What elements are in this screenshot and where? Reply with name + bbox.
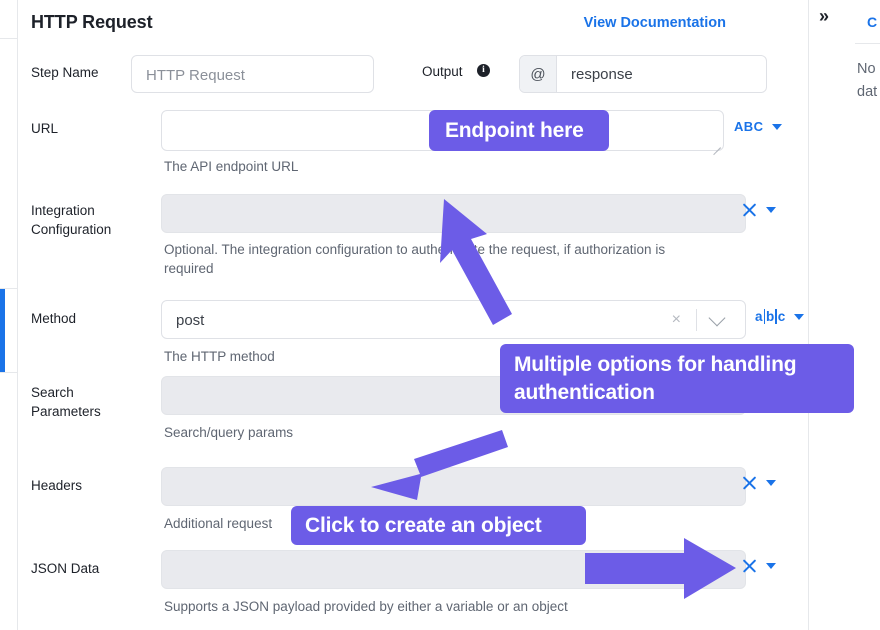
headers-controls[interactable] <box>742 475 776 490</box>
label-json-data: JSON Data <box>31 561 100 576</box>
label-search-line2: Parameters <box>31 404 101 419</box>
rail-divider-3 <box>0 372 18 373</box>
label-search-line1: Search <box>31 385 74 400</box>
help-method: The HTTP method <box>164 349 275 364</box>
select-divider <box>696 309 697 331</box>
integration-configuration-input[interactable] <box>161 194 746 233</box>
help-search-parameters: Search/query params <box>164 425 294 440</box>
headers-input[interactable] <box>161 467 746 506</box>
close-icon[interactable] <box>742 202 757 217</box>
close-icon[interactable] <box>742 475 757 490</box>
label-search-parameters: Search Parameters <box>31 383 141 421</box>
chevrons-right-icon[interactable]: » <box>819 6 829 27</box>
output-value: response <box>571 65 633 83</box>
annotation-endpoint-text: Endpoint here <box>445 118 584 142</box>
url-type-selector[interactable]: ABC <box>734 119 783 134</box>
chevron-down-icon <box>772 123 783 130</box>
method-value: post <box>176 312 205 329</box>
chevron-down-icon[interactable] <box>766 562 776 569</box>
chevron-down-icon[interactable] <box>766 479 776 486</box>
label-headers: Headers <box>31 478 83 493</box>
method-type-selector[interactable]: abc <box>755 309 805 324</box>
label-integration-configuration: Integration Configuration <box>31 201 141 239</box>
chevron-down-icon[interactable] <box>766 206 776 213</box>
step-name-input[interactable]: HTTP Request <box>131 55 374 93</box>
label-integration-line1: Integration <box>31 203 95 218</box>
method-clear-button[interactable]: × <box>672 312 681 328</box>
view-documentation-link[interactable]: View Documentation <box>584 15 726 31</box>
right-panel-empty-text: No dat <box>857 61 878 100</box>
rail-divider-1 <box>0 38 18 39</box>
abc-letter-c: c <box>777 309 786 324</box>
chevron-down-icon[interactable] <box>708 309 726 327</box>
at-prefix: @ <box>520 56 557 92</box>
left-rail <box>0 0 18 630</box>
annotation-auth-line2: authentication <box>514 381 655 404</box>
annotation-endpoint-here: Endpoint here <box>429 110 609 151</box>
label-method: Method <box>31 311 77 326</box>
help-headers: Additional request <box>164 516 273 531</box>
json-data-input[interactable] <box>161 550 746 589</box>
annotation-auth-line1: Multiple options for handling <box>514 353 797 376</box>
help-json-data: Supports a JSON payload provided by eith… <box>164 599 568 614</box>
json-data-controls[interactable] <box>742 558 776 573</box>
right-panel-divider <box>855 43 880 44</box>
right-side-panel: » C No dat <box>808 0 880 630</box>
close-icon[interactable] <box>742 558 757 573</box>
label-url: URL <box>31 121 59 136</box>
page-title: HTTP Request <box>31 12 153 32</box>
annotation-object-text: Click to create an object <box>305 513 542 537</box>
resize-handle-icon[interactable] <box>711 138 721 156</box>
annotation-auth-options: Multiple options for handling authentica… <box>500 344 854 413</box>
label-integration-line2: Configuration <box>31 222 112 237</box>
method-select[interactable]: post × <box>161 300 746 339</box>
abc-icon: ABC <box>734 119 764 134</box>
abc-split-icon: abc <box>755 309 785 324</box>
label-output: Output <box>422 64 463 79</box>
help-integration-line1: Optional. The integration configuration … <box>164 242 666 257</box>
help-url: The API endpoint URL <box>164 159 299 174</box>
step-name-value: HTTP Request <box>146 67 245 84</box>
help-integration-configuration: Optional. The integration configuration … <box>164 240 764 278</box>
label-step-name: Step Name <box>31 65 99 80</box>
active-step-indicator <box>0 289 5 372</box>
output-field[interactable]: @ response <box>519 55 767 93</box>
info-icon[interactable]: i <box>477 64 490 77</box>
annotation-create-object: Click to create an object <box>291 506 586 545</box>
abc-letter-a: a <box>755 309 763 324</box>
integration-configuration-controls[interactable] <box>742 202 776 217</box>
right-panel-link[interactable]: C <box>867 14 877 30</box>
chevron-down-icon[interactable] <box>794 313 805 320</box>
abc-letter-b: b <box>766 309 775 324</box>
panel-header: HTTP Request View Documentation <box>19 0 808 42</box>
help-integration-line2: required <box>164 261 214 276</box>
